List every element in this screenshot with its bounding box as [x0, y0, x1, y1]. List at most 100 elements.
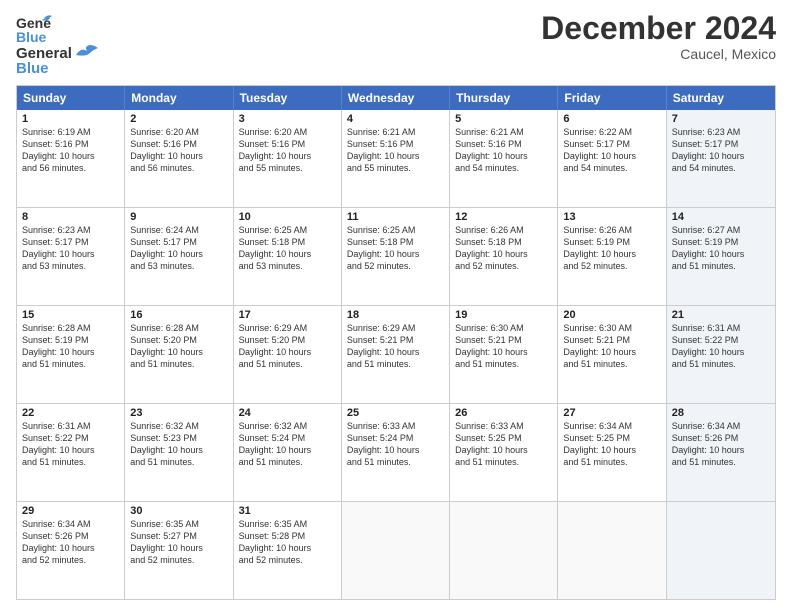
day-number: 14	[672, 211, 770, 223]
day-cell-27: 27Sunrise: 6:34 AM Sunset: 5:25 PM Dayli…	[558, 404, 666, 501]
day-info: Sunrise: 6:32 AM Sunset: 5:24 PM Dayligh…	[239, 420, 336, 469]
day-cell-29: 29Sunrise: 6:34 AM Sunset: 5:26 PM Dayli…	[17, 502, 125, 599]
page: General Blue General Blue December 2024 …	[0, 0, 792, 612]
day-number: 25	[347, 407, 444, 419]
day-number: 29	[22, 505, 119, 517]
day-info: Sunrise: 6:35 AM Sunset: 5:27 PM Dayligh…	[130, 518, 227, 567]
day-info: Sunrise: 6:32 AM Sunset: 5:23 PM Dayligh…	[130, 420, 227, 469]
day-cell-1: 1Sunrise: 6:19 AM Sunset: 5:16 PM Daylig…	[17, 110, 125, 207]
day-number: 12	[455, 211, 552, 223]
calendar-body: 1Sunrise: 6:19 AM Sunset: 5:16 PM Daylig…	[17, 110, 775, 599]
day-cell-15: 15Sunrise: 6:28 AM Sunset: 5:19 PM Dayli…	[17, 306, 125, 403]
day-info: Sunrise: 6:28 AM Sunset: 5:20 PM Dayligh…	[130, 322, 227, 371]
day-cell-2: 2Sunrise: 6:20 AM Sunset: 5:16 PM Daylig…	[125, 110, 233, 207]
day-info: Sunrise: 6:22 AM Sunset: 5:17 PM Dayligh…	[563, 126, 660, 175]
day-cell-19: 19Sunrise: 6:30 AM Sunset: 5:21 PM Dayli…	[450, 306, 558, 403]
day-number: 7	[672, 113, 770, 125]
day-cell-18: 18Sunrise: 6:29 AM Sunset: 5:21 PM Dayli…	[342, 306, 450, 403]
day-number: 1	[22, 113, 119, 125]
day-info: Sunrise: 6:19 AM Sunset: 5:16 PM Dayligh…	[22, 126, 119, 175]
day-info: Sunrise: 6:34 AM Sunset: 5:25 PM Dayligh…	[563, 420, 660, 469]
day-number: 27	[563, 407, 660, 419]
day-info: Sunrise: 6:21 AM Sunset: 5:16 PM Dayligh…	[455, 126, 552, 175]
day-info: Sunrise: 6:26 AM Sunset: 5:19 PM Dayligh…	[563, 224, 660, 273]
title-block: December 2024 Caucel, Mexico	[541, 12, 776, 62]
empty-cell-4-5	[558, 502, 666, 599]
day-cell-22: 22Sunrise: 6:31 AM Sunset: 5:22 PM Dayli…	[17, 404, 125, 501]
day-number: 18	[347, 309, 444, 321]
day-number: 26	[455, 407, 552, 419]
day-info: Sunrise: 6:20 AM Sunset: 5:16 PM Dayligh…	[130, 126, 227, 175]
weekday-header-tuesday: Tuesday	[234, 86, 342, 110]
day-cell-30: 30Sunrise: 6:35 AM Sunset: 5:27 PM Dayli…	[125, 502, 233, 599]
day-info: Sunrise: 6:21 AM Sunset: 5:16 PM Dayligh…	[347, 126, 444, 175]
day-info: Sunrise: 6:28 AM Sunset: 5:19 PM Dayligh…	[22, 322, 119, 371]
calendar-row-4: 22Sunrise: 6:31 AM Sunset: 5:22 PM Dayli…	[17, 404, 775, 502]
day-number: 19	[455, 309, 552, 321]
day-cell-26: 26Sunrise: 6:33 AM Sunset: 5:25 PM Dayli…	[450, 404, 558, 501]
location: Caucel, Mexico	[541, 46, 776, 62]
day-number: 3	[239, 113, 336, 125]
day-number: 16	[130, 309, 227, 321]
day-info: Sunrise: 6:25 AM Sunset: 5:18 PM Dayligh…	[347, 224, 444, 273]
day-cell-14: 14Sunrise: 6:27 AM Sunset: 5:19 PM Dayli…	[667, 208, 775, 305]
day-info: Sunrise: 6:24 AM Sunset: 5:17 PM Dayligh…	[130, 224, 227, 273]
calendar-row-1: 1Sunrise: 6:19 AM Sunset: 5:16 PM Daylig…	[17, 110, 775, 208]
day-info: Sunrise: 6:23 AM Sunset: 5:17 PM Dayligh…	[22, 224, 119, 273]
day-number: 28	[672, 407, 770, 419]
day-cell-3: 3Sunrise: 6:20 AM Sunset: 5:16 PM Daylig…	[234, 110, 342, 207]
day-cell-25: 25Sunrise: 6:33 AM Sunset: 5:24 PM Dayli…	[342, 404, 450, 501]
day-cell-7: 7Sunrise: 6:23 AM Sunset: 5:17 PM Daylig…	[667, 110, 775, 207]
empty-cell-4-3	[342, 502, 450, 599]
day-number: 2	[130, 113, 227, 125]
day-number: 13	[563, 211, 660, 223]
day-info: Sunrise: 6:33 AM Sunset: 5:25 PM Dayligh…	[455, 420, 552, 469]
day-info: Sunrise: 6:29 AM Sunset: 5:20 PM Dayligh…	[239, 322, 336, 371]
day-cell-17: 17Sunrise: 6:29 AM Sunset: 5:20 PM Dayli…	[234, 306, 342, 403]
day-info: Sunrise: 6:23 AM Sunset: 5:17 PM Dayligh…	[672, 126, 770, 175]
day-cell-9: 9Sunrise: 6:24 AM Sunset: 5:17 PM Daylig…	[125, 208, 233, 305]
empty-cell-4-4	[450, 502, 558, 599]
day-cell-20: 20Sunrise: 6:30 AM Sunset: 5:21 PM Dayli…	[558, 306, 666, 403]
calendar-row-3: 15Sunrise: 6:28 AM Sunset: 5:19 PM Dayli…	[17, 306, 775, 404]
day-number: 10	[239, 211, 336, 223]
day-cell-8: 8Sunrise: 6:23 AM Sunset: 5:17 PM Daylig…	[17, 208, 125, 305]
day-number: 11	[347, 211, 444, 223]
day-number: 5	[455, 113, 552, 125]
day-number: 15	[22, 309, 119, 321]
day-number: 6	[563, 113, 660, 125]
calendar-row-5: 29Sunrise: 6:34 AM Sunset: 5:26 PM Dayli…	[17, 502, 775, 599]
weekday-header-monday: Monday	[125, 86, 233, 110]
weekday-header-sunday: Sunday	[17, 86, 125, 110]
day-cell-24: 24Sunrise: 6:32 AM Sunset: 5:24 PM Dayli…	[234, 404, 342, 501]
logo-blue: Blue	[16, 60, 98, 77]
header: General Blue General Blue December 2024 …	[16, 12, 776, 77]
day-info: Sunrise: 6:35 AM Sunset: 5:28 PM Dayligh…	[239, 518, 336, 567]
day-info: Sunrise: 6:29 AM Sunset: 5:21 PM Dayligh…	[347, 322, 444, 371]
day-info: Sunrise: 6:26 AM Sunset: 5:18 PM Dayligh…	[455, 224, 552, 273]
empty-cell-4-6	[667, 502, 775, 599]
day-cell-10: 10Sunrise: 6:25 AM Sunset: 5:18 PM Dayli…	[234, 208, 342, 305]
day-info: Sunrise: 6:34 AM Sunset: 5:26 PM Dayligh…	[22, 518, 119, 567]
day-number: 8	[22, 211, 119, 223]
day-info: Sunrise: 6:27 AM Sunset: 5:19 PM Dayligh…	[672, 224, 770, 273]
day-info: Sunrise: 6:30 AM Sunset: 5:21 PM Dayligh…	[455, 322, 552, 371]
day-number: 30	[130, 505, 227, 517]
day-cell-28: 28Sunrise: 6:34 AM Sunset: 5:26 PM Dayli…	[667, 404, 775, 501]
day-number: 9	[130, 211, 227, 223]
weekday-header-saturday: Saturday	[667, 86, 775, 110]
day-cell-6: 6Sunrise: 6:22 AM Sunset: 5:17 PM Daylig…	[558, 110, 666, 207]
weekday-header-wednesday: Wednesday	[342, 86, 450, 110]
month-title: December 2024	[541, 12, 776, 44]
day-info: Sunrise: 6:34 AM Sunset: 5:26 PM Dayligh…	[672, 420, 770, 469]
day-number: 17	[239, 309, 336, 321]
day-info: Sunrise: 6:20 AM Sunset: 5:16 PM Dayligh…	[239, 126, 336, 175]
calendar-header: SundayMondayTuesdayWednesdayThursdayFrid…	[17, 86, 775, 110]
day-cell-12: 12Sunrise: 6:26 AM Sunset: 5:18 PM Dayli…	[450, 208, 558, 305]
day-info: Sunrise: 6:31 AM Sunset: 5:22 PM Dayligh…	[22, 420, 119, 469]
day-cell-5: 5Sunrise: 6:21 AM Sunset: 5:16 PM Daylig…	[450, 110, 558, 207]
day-number: 24	[239, 407, 336, 419]
day-info: Sunrise: 6:31 AM Sunset: 5:22 PM Dayligh…	[672, 322, 770, 371]
day-cell-21: 21Sunrise: 6:31 AM Sunset: 5:22 PM Dayli…	[667, 306, 775, 403]
day-number: 31	[239, 505, 336, 517]
